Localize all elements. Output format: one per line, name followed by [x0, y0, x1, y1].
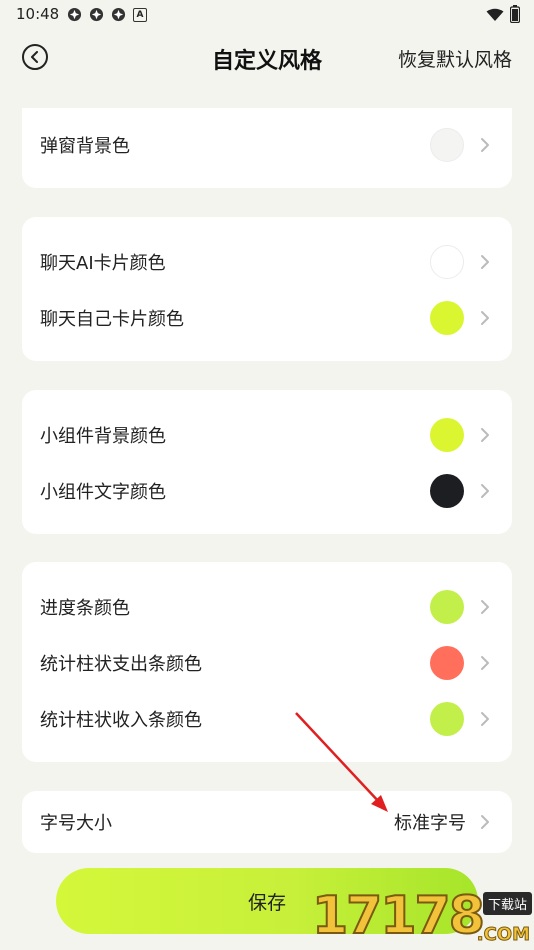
- watermark-tag: 下载站: [482, 892, 532, 915]
- annotation-arrow: [295, 712, 388, 812]
- watermark-digits: 17178: [311, 885, 486, 947]
- save-button-label: 保存: [247, 891, 286, 914]
- site-watermark-logo: 17178 下载站 .COM: [308, 884, 534, 950]
- watermark-suffix: .COM: [476, 924, 530, 946]
